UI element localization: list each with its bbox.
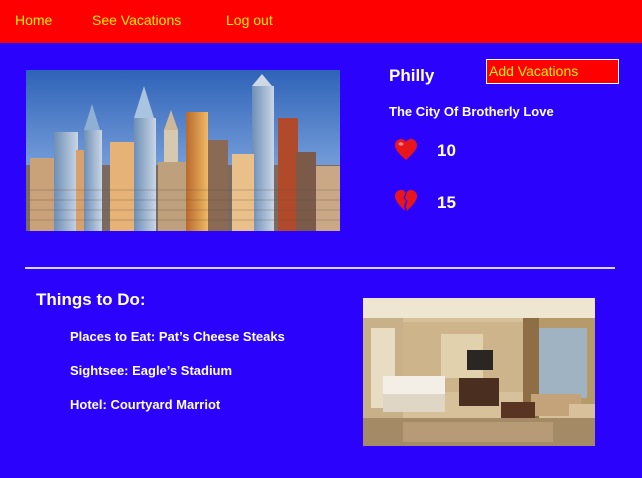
add-vacations-button[interactable]: Add Vacations <box>486 59 619 84</box>
nav-logout-link[interactable]: Log out <box>226 12 273 28</box>
heart-icon[interactable] <box>393 137 419 163</box>
things-to-do-title: Things to Do: <box>36 290 146 309</box>
city-skyline-image <box>26 70 340 231</box>
likes-count: 10 <box>437 141 456 160</box>
nav-home-link[interactable]: Home <box>15 12 52 28</box>
nav-see-vacations-link[interactable]: See Vacations <box>92 12 181 28</box>
todo-item-sightsee: Sightsee: Eagle’s Stadium <box>70 363 233 378</box>
hotel-room-image <box>363 298 595 446</box>
todo-item-hotel: Hotel: Courtyard Marriot <box>70 397 221 412</box>
todo-item-eat: Places to Eat: Pat’s Cheese Steaks <box>70 329 285 344</box>
dislikes-count: 15 <box>437 193 456 212</box>
vacation-tagline: The City Of Brotherly Love <box>389 104 554 119</box>
vacation-title: Philly <box>389 66 435 85</box>
nav-bar: Home See Vacations Log out <box>0 0 642 43</box>
section-divider <box>25 267 615 269</box>
broken-heart-icon[interactable] <box>393 188 419 214</box>
